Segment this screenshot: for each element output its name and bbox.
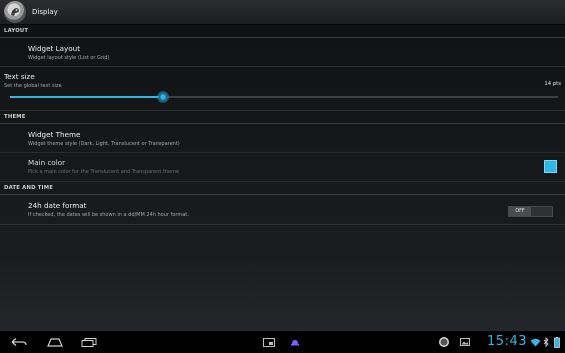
recent-apps-icon: [81, 338, 97, 347]
home-button[interactable]: [44, 331, 66, 353]
status-clock[interactable]: 15:43: [487, 334, 527, 349]
section-header-theme: THEME: [0, 111, 565, 124]
notification-badge[interactable]: [437, 331, 451, 353]
recent-apps-button[interactable]: [78, 331, 100, 353]
back-button[interactable]: [8, 331, 30, 353]
settings-list: LAYOUT Widget Layout Widget layout style…: [0, 25, 565, 331]
pref-title: Widget Theme: [28, 130, 81, 139]
pref-main-color[interactable]: Main color Pick a main color for the Tra…: [0, 153, 565, 182]
pref-widget-theme[interactable]: Widget Theme Widget theme style (Dark, L…: [0, 124, 565, 153]
pref-summary: Set the global text size: [4, 83, 62, 89]
pref-title: 24h date format: [28, 201, 87, 210]
section-header-date-time: DATE AND TIME: [0, 182, 565, 195]
bluetooth-status: [542, 331, 550, 353]
pref-summary: Pick a main color for the Translucent an…: [28, 169, 180, 175]
wifi-icon: [530, 338, 540, 346]
section-header-layout: LAYOUT: [0, 25, 565, 38]
system-nav-bar: 15:43: [0, 331, 565, 353]
battery-icon: [553, 336, 560, 348]
back-icon: [11, 338, 27, 346]
pref-summary: Widget theme style (Dark, Light, Translu…: [28, 141, 180, 147]
screenshot-icon: [263, 337, 275, 347]
pref-text-size: Text size Set the global text size 14 pt…: [0, 67, 565, 111]
pref-title: Main color: [28, 158, 66, 167]
notification-app-icon: [291, 340, 299, 346]
toggle-off-label: OFF: [509, 207, 531, 216]
notification-badge-icon: [439, 337, 449, 347]
page-title: Display: [32, 8, 58, 16]
battery-status: [552, 331, 561, 353]
date-format-toggle[interactable]: OFF: [508, 206, 553, 217]
action-bar: Display: [0, 0, 565, 25]
notification-gallery[interactable]: [459, 331, 471, 353]
screenshot-button[interactable]: [262, 331, 276, 353]
notification-image-icon: [460, 338, 470, 346]
pref-summary: Widget layout style (List or Grid): [28, 55, 110, 61]
wifi-status: [529, 331, 541, 353]
home-icon: [47, 338, 63, 347]
text-size-value: 14 pts: [544, 81, 561, 87]
notification-app[interactable]: [288, 331, 302, 353]
bluetooth-icon: [543, 337, 549, 347]
pref-widget-layout[interactable]: Widget Layout Widget layout style (List …: [0, 38, 565, 67]
text-size-slider[interactable]: [10, 91, 558, 103]
main-color-swatch[interactable]: [544, 160, 557, 173]
slider-thumb[interactable]: [157, 91, 170, 103]
app-logo-icon[interactable]: [4, 1, 26, 23]
pref-24h-date-format[interactable]: 24h date format If checked, the dates wi…: [0, 195, 565, 225]
pref-title: Text size: [4, 72, 35, 81]
pref-summary: If checked, the dates will be shown in a…: [28, 212, 189, 218]
slider-fill: [10, 96, 164, 98]
pref-title: Widget Layout: [28, 44, 81, 53]
